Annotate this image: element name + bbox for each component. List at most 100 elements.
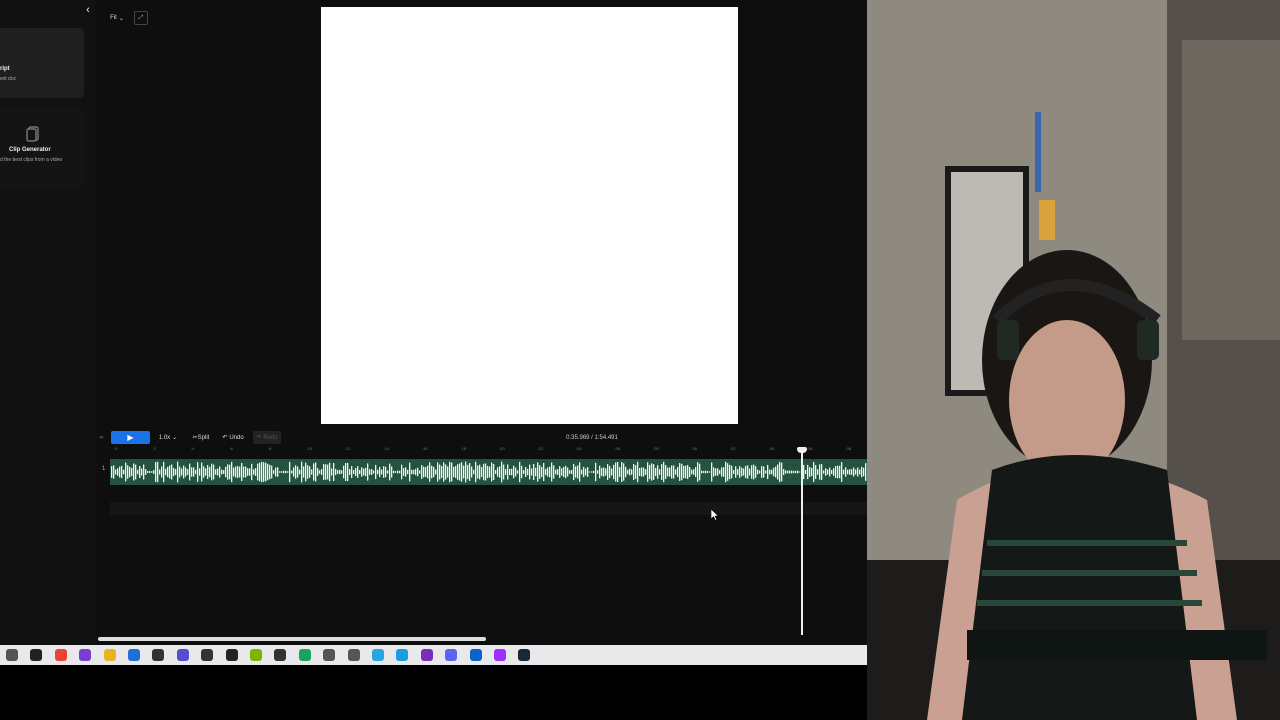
waveform-bar xyxy=(385,466,387,478)
app-icon-blue[interactable] xyxy=(128,649,140,661)
waveform-bar xyxy=(743,468,745,476)
speed-label: 1.0x xyxy=(158,434,171,441)
clip-generator-card[interactable]: Clip Generator d the best clips from a v… xyxy=(0,108,84,188)
waveform-bar xyxy=(175,468,177,476)
playhead-handle[interactable] xyxy=(797,447,807,453)
app-icon-a[interactable] xyxy=(225,649,238,661)
waveform-bar xyxy=(567,467,569,477)
playback-speed-dropdown[interactable]: 1.0x ⌄ xyxy=(155,431,181,444)
waveform-bar xyxy=(347,462,349,482)
waveform-bar xyxy=(223,470,225,474)
steam-icon[interactable] xyxy=(518,649,531,661)
app-icon-alien[interactable] xyxy=(201,649,214,661)
waveform-bar xyxy=(231,461,233,483)
split-label: Split xyxy=(197,434,210,441)
edge-icon[interactable] xyxy=(396,649,409,661)
empty-track-lane[interactable] xyxy=(110,502,867,515)
waveform-bar xyxy=(119,466,121,478)
app-icon-cyan[interactable] xyxy=(372,649,384,661)
waveform-bar xyxy=(297,466,299,478)
play-button[interactable]: ▶ xyxy=(111,431,150,444)
waveform-bar xyxy=(639,468,641,476)
waveform-bar xyxy=(129,466,131,478)
waveform-bar xyxy=(163,461,165,483)
webcam-feed xyxy=(867,0,1280,720)
app-icon-purple[interactable] xyxy=(176,649,189,661)
waveform-bar xyxy=(631,469,633,475)
fit-zoom-dropdown[interactable]: Fit ⌄ xyxy=(104,11,130,25)
expand-canvas-button[interactable]: ⤢ xyxy=(134,11,148,25)
waveform-bar xyxy=(219,466,221,478)
waveform-bar xyxy=(699,463,701,481)
waveform-bar xyxy=(397,470,399,474)
ruler-tick: :14 xyxy=(383,446,390,451)
undo-button[interactable]: ↶ Undo xyxy=(219,431,247,444)
waveform-bar xyxy=(307,465,309,479)
waveform-bar xyxy=(531,468,533,476)
waveform-bar xyxy=(211,463,213,481)
waveform-bar xyxy=(305,462,307,482)
waveform-bar xyxy=(237,466,239,478)
audio-track-clip[interactable] xyxy=(110,459,867,485)
skip-back-icon[interactable]: ⇤ xyxy=(97,431,107,444)
waveform-bar xyxy=(775,466,777,478)
transcript-tool-card[interactable]: ript ext doc xyxy=(0,28,84,98)
waveform-bar xyxy=(515,467,517,477)
alienware-icon[interactable] xyxy=(30,649,43,661)
timeline-scrollbar[interactable] xyxy=(98,637,486,641)
waveform-bar xyxy=(461,462,463,482)
waveform-bar xyxy=(623,463,625,481)
waveform-bar xyxy=(601,467,603,477)
waveform-bar xyxy=(261,461,263,483)
waveform-bar xyxy=(749,468,751,476)
app-icon-dark[interactable] xyxy=(152,649,165,661)
app-icon-blue-square[interactable] xyxy=(469,649,482,661)
app-icon-controller[interactable] xyxy=(323,649,336,661)
app-icon-violet[interactable] xyxy=(420,649,433,661)
obs-icon[interactable] xyxy=(79,649,92,661)
waveform-bar xyxy=(355,467,357,477)
waveform-bar xyxy=(785,470,787,474)
waveform-bar xyxy=(447,466,449,478)
waveform-bar xyxy=(841,462,843,482)
timeline-ruler[interactable]: :0:2:4:6:8:10:12:14:16:18:20:22:24:26:28… xyxy=(110,446,867,456)
waveform-bar xyxy=(817,469,819,475)
chrome-icon[interactable] xyxy=(54,649,67,661)
waveform-bar xyxy=(235,466,237,478)
app-icon-circle[interactable] xyxy=(274,649,287,661)
collapse-sidebar-button[interactable]: ‹ xyxy=(82,3,94,17)
waveform-bar xyxy=(183,465,185,479)
waveform-bar xyxy=(761,466,763,478)
ruler-tick: :16 xyxy=(422,446,428,451)
video-preview-canvas[interactable] xyxy=(321,7,738,424)
waveform-bar xyxy=(831,469,833,475)
waveform-bar xyxy=(167,466,169,478)
waveform-bar xyxy=(301,461,303,483)
waveform-bar xyxy=(177,461,179,483)
waveform-bar xyxy=(605,468,607,476)
waveform-bar xyxy=(399,470,401,474)
app-icon-grid[interactable] xyxy=(347,649,360,661)
waveform-bar xyxy=(433,466,435,478)
task-view-icon[interactable] xyxy=(6,649,18,661)
playhead[interactable] xyxy=(797,447,807,635)
nvidia-icon[interactable] xyxy=(250,649,262,661)
waveform-bar xyxy=(253,469,255,475)
app-icon-green[interactable] xyxy=(298,649,311,661)
waveform-bar xyxy=(541,466,543,478)
waveform-bar xyxy=(507,464,509,480)
waveform-bar xyxy=(581,469,583,475)
waveform-bar xyxy=(141,468,143,476)
split-button[interactable]: ✂ Split xyxy=(189,431,213,444)
folder-icon[interactable] xyxy=(103,649,116,661)
waveform-bar xyxy=(599,465,601,479)
discord-icon[interactable] xyxy=(445,649,458,661)
waveform-bar xyxy=(853,467,855,477)
clip-generator-subtitle: d the best clips from a video xyxy=(0,157,63,163)
waveform-bar xyxy=(637,461,639,483)
ruler-tick: :36 xyxy=(807,446,813,451)
waveform-bar xyxy=(671,465,673,479)
app-icon-ring[interactable] xyxy=(494,649,506,661)
redo-button[interactable]: ↷ Redo xyxy=(253,431,281,444)
waveform-bar xyxy=(593,470,595,474)
